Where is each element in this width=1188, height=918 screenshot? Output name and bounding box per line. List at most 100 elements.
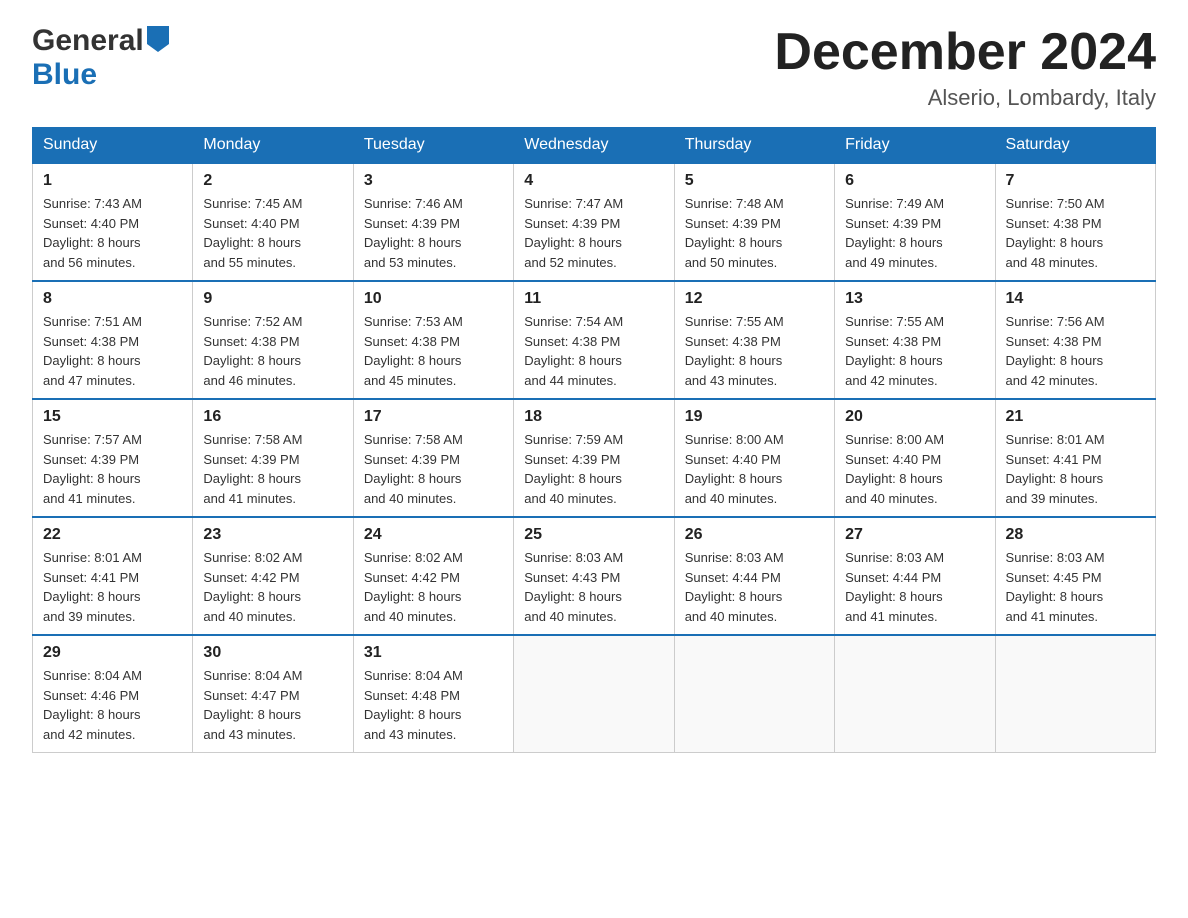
day-info: Sunrise: 7:46 AM Sunset: 4:39 PM Dayligh… xyxy=(364,194,503,272)
day-cell: 11 Sunrise: 7:54 AM Sunset: 4:38 PM Dayl… xyxy=(514,281,674,399)
day-info: Sunrise: 8:00 AM Sunset: 4:40 PM Dayligh… xyxy=(685,430,824,508)
day-number: 4 xyxy=(524,172,663,190)
day-cell: 18 Sunrise: 7:59 AM Sunset: 4:39 PM Dayl… xyxy=(514,399,674,517)
day-cell: 24 Sunrise: 8:02 AM Sunset: 4:42 PM Dayl… xyxy=(353,517,513,635)
day-number: 25 xyxy=(524,526,663,544)
day-number: 21 xyxy=(1006,408,1145,426)
day-cell: 22 Sunrise: 8:01 AM Sunset: 4:41 PM Dayl… xyxy=(33,517,193,635)
logo-blue: Blue xyxy=(32,58,97,92)
day-info: Sunrise: 7:56 AM Sunset: 4:38 PM Dayligh… xyxy=(1006,312,1145,390)
day-number: 2 xyxy=(203,172,342,190)
day-cell: 9 Sunrise: 7:52 AM Sunset: 4:38 PM Dayli… xyxy=(193,281,353,399)
day-info: Sunrise: 8:01 AM Sunset: 4:41 PM Dayligh… xyxy=(43,548,182,626)
calendar-table: Sunday Monday Tuesday Wednesday Thursday… xyxy=(32,127,1156,753)
day-cell xyxy=(835,635,995,753)
day-info: Sunrise: 7:55 AM Sunset: 4:38 PM Dayligh… xyxy=(685,312,824,390)
day-number: 11 xyxy=(524,290,663,308)
logo-flag-icon xyxy=(147,26,169,57)
day-info: Sunrise: 8:01 AM Sunset: 4:41 PM Dayligh… xyxy=(1006,430,1145,508)
day-number: 22 xyxy=(43,526,182,544)
day-number: 24 xyxy=(364,526,503,544)
day-cell xyxy=(514,635,674,753)
week-row-4: 22 Sunrise: 8:01 AM Sunset: 4:41 PM Dayl… xyxy=(33,517,1156,635)
day-cell: 8 Sunrise: 7:51 AM Sunset: 4:38 PM Dayli… xyxy=(33,281,193,399)
day-number: 31 xyxy=(364,644,503,662)
day-info: Sunrise: 7:55 AM Sunset: 4:38 PM Dayligh… xyxy=(845,312,984,390)
day-info: Sunrise: 8:03 AM Sunset: 4:45 PM Dayligh… xyxy=(1006,548,1145,626)
day-info: Sunrise: 7:48 AM Sunset: 4:39 PM Dayligh… xyxy=(685,194,824,272)
day-info: Sunrise: 7:47 AM Sunset: 4:39 PM Dayligh… xyxy=(524,194,663,272)
day-cell: 12 Sunrise: 7:55 AM Sunset: 4:38 PM Dayl… xyxy=(674,281,834,399)
week-row-3: 15 Sunrise: 7:57 AM Sunset: 4:39 PM Dayl… xyxy=(33,399,1156,517)
week-row-2: 8 Sunrise: 7:51 AM Sunset: 4:38 PM Dayli… xyxy=(33,281,1156,399)
day-number: 19 xyxy=(685,408,824,426)
day-cell: 26 Sunrise: 8:03 AM Sunset: 4:44 PM Dayl… xyxy=(674,517,834,635)
day-number: 7 xyxy=(1006,172,1145,190)
day-cell: 1 Sunrise: 7:43 AM Sunset: 4:40 PM Dayli… xyxy=(33,163,193,281)
day-cell: 16 Sunrise: 7:58 AM Sunset: 4:39 PM Dayl… xyxy=(193,399,353,517)
day-cell: 13 Sunrise: 7:55 AM Sunset: 4:38 PM Dayl… xyxy=(835,281,995,399)
col-thursday: Thursday xyxy=(674,128,834,164)
day-cell: 23 Sunrise: 8:02 AM Sunset: 4:42 PM Dayl… xyxy=(193,517,353,635)
col-tuesday: Tuesday xyxy=(353,128,513,164)
calendar-title: December 2024 xyxy=(774,24,1156,81)
day-cell: 17 Sunrise: 7:58 AM Sunset: 4:39 PM Dayl… xyxy=(353,399,513,517)
day-cell: 21 Sunrise: 8:01 AM Sunset: 4:41 PM Dayl… xyxy=(995,399,1155,517)
day-cell: 31 Sunrise: 8:04 AM Sunset: 4:48 PM Dayl… xyxy=(353,635,513,753)
col-sunday: Sunday xyxy=(33,128,193,164)
day-number: 1 xyxy=(43,172,182,190)
day-number: 18 xyxy=(524,408,663,426)
calendar-header-row: Sunday Monday Tuesday Wednesday Thursday… xyxy=(33,128,1156,164)
calendar-location: Alserio, Lombardy, Italy xyxy=(774,85,1156,111)
day-info: Sunrise: 8:02 AM Sunset: 4:42 PM Dayligh… xyxy=(364,548,503,626)
day-info: Sunrise: 7:57 AM Sunset: 4:39 PM Dayligh… xyxy=(43,430,182,508)
day-number: 12 xyxy=(685,290,824,308)
day-number: 14 xyxy=(1006,290,1145,308)
day-number: 23 xyxy=(203,526,342,544)
day-cell: 28 Sunrise: 8:03 AM Sunset: 4:45 PM Dayl… xyxy=(995,517,1155,635)
day-info: Sunrise: 7:53 AM Sunset: 4:38 PM Dayligh… xyxy=(364,312,503,390)
day-cell xyxy=(674,635,834,753)
col-wednesday: Wednesday xyxy=(514,128,674,164)
logo: General Blue xyxy=(32,24,169,92)
day-cell xyxy=(995,635,1155,753)
day-cell: 7 Sunrise: 7:50 AM Sunset: 4:38 PM Dayli… xyxy=(995,163,1155,281)
col-friday: Friday xyxy=(835,128,995,164)
day-info: Sunrise: 8:04 AM Sunset: 4:46 PM Dayligh… xyxy=(43,666,182,744)
day-cell: 2 Sunrise: 7:45 AM Sunset: 4:40 PM Dayli… xyxy=(193,163,353,281)
day-cell: 15 Sunrise: 7:57 AM Sunset: 4:39 PM Dayl… xyxy=(33,399,193,517)
logo-general: General xyxy=(32,24,144,58)
day-info: Sunrise: 8:03 AM Sunset: 4:44 PM Dayligh… xyxy=(685,548,824,626)
title-block: December 2024 Alserio, Lombardy, Italy xyxy=(774,24,1156,111)
day-info: Sunrise: 7:52 AM Sunset: 4:38 PM Dayligh… xyxy=(203,312,342,390)
day-cell: 3 Sunrise: 7:46 AM Sunset: 4:39 PM Dayli… xyxy=(353,163,513,281)
day-info: Sunrise: 7:51 AM Sunset: 4:38 PM Dayligh… xyxy=(43,312,182,390)
day-cell: 4 Sunrise: 7:47 AM Sunset: 4:39 PM Dayli… xyxy=(514,163,674,281)
day-info: Sunrise: 8:04 AM Sunset: 4:48 PM Dayligh… xyxy=(364,666,503,744)
day-number: 13 xyxy=(845,290,984,308)
day-number: 10 xyxy=(364,290,503,308)
day-info: Sunrise: 7:49 AM Sunset: 4:39 PM Dayligh… xyxy=(845,194,984,272)
day-number: 26 xyxy=(685,526,824,544)
day-info: Sunrise: 7:54 AM Sunset: 4:38 PM Dayligh… xyxy=(524,312,663,390)
day-cell: 20 Sunrise: 8:00 AM Sunset: 4:40 PM Dayl… xyxy=(835,399,995,517)
day-number: 16 xyxy=(203,408,342,426)
day-number: 3 xyxy=(364,172,503,190)
day-info: Sunrise: 7:43 AM Sunset: 4:40 PM Dayligh… xyxy=(43,194,182,272)
day-info: Sunrise: 8:02 AM Sunset: 4:42 PM Dayligh… xyxy=(203,548,342,626)
week-row-1: 1 Sunrise: 7:43 AM Sunset: 4:40 PM Dayli… xyxy=(33,163,1156,281)
col-saturday: Saturday xyxy=(995,128,1155,164)
day-number: 15 xyxy=(43,408,182,426)
day-info: Sunrise: 7:58 AM Sunset: 4:39 PM Dayligh… xyxy=(364,430,503,508)
day-info: Sunrise: 7:58 AM Sunset: 4:39 PM Dayligh… xyxy=(203,430,342,508)
day-info: Sunrise: 7:59 AM Sunset: 4:39 PM Dayligh… xyxy=(524,430,663,508)
day-cell: 25 Sunrise: 8:03 AM Sunset: 4:43 PM Dayl… xyxy=(514,517,674,635)
day-info: Sunrise: 8:03 AM Sunset: 4:44 PM Dayligh… xyxy=(845,548,984,626)
day-number: 27 xyxy=(845,526,984,544)
day-number: 5 xyxy=(685,172,824,190)
day-number: 9 xyxy=(203,290,342,308)
day-cell: 27 Sunrise: 8:03 AM Sunset: 4:44 PM Dayl… xyxy=(835,517,995,635)
col-monday: Monday xyxy=(193,128,353,164)
week-row-5: 29 Sunrise: 8:04 AM Sunset: 4:46 PM Dayl… xyxy=(33,635,1156,753)
day-number: 8 xyxy=(43,290,182,308)
